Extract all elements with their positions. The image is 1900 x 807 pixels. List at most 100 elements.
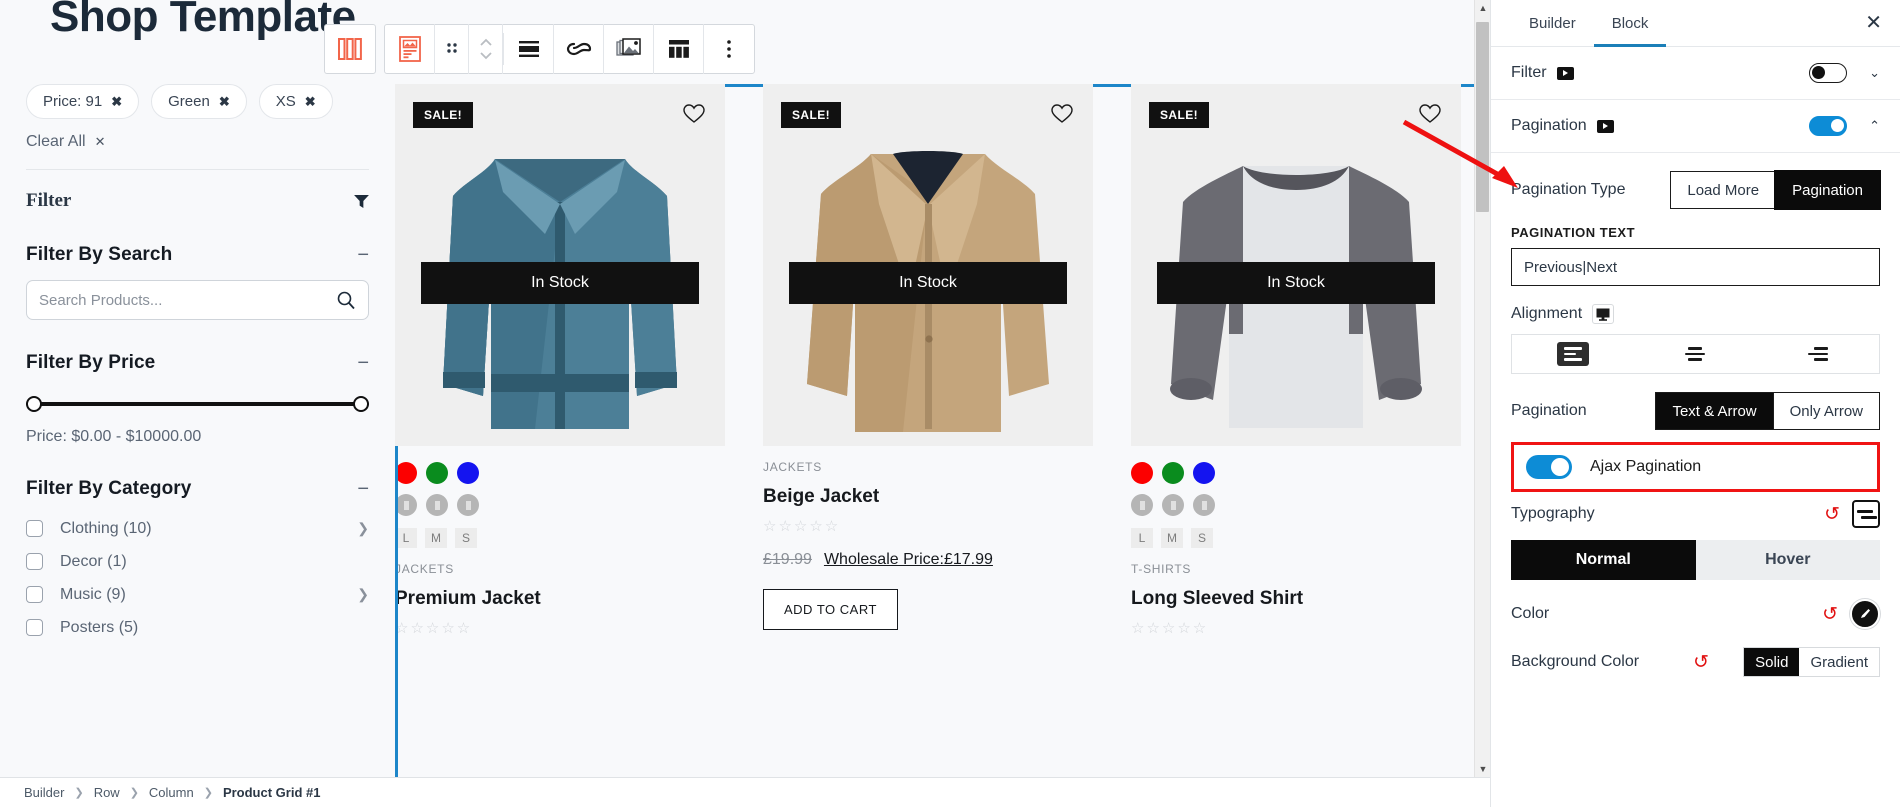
collapse-icon[interactable]: − xyxy=(357,245,369,265)
product-card[interactable]: SALE! In Stock L xyxy=(395,84,725,777)
breadcrumb-item-product-grid[interactable]: Product Grid #1 xyxy=(223,785,321,800)
tab-block[interactable]: Block xyxy=(1593,0,1667,47)
search-input[interactable]: Search Products... xyxy=(26,280,369,321)
color-swatch[interactable] xyxy=(457,462,479,484)
pagination-type-segmented[interactable]: Load More Pagination xyxy=(1670,170,1881,210)
product-card[interactable]: SALE! In Stock L xyxy=(1131,84,1461,777)
image-swatch[interactable] xyxy=(426,494,448,516)
option-solid[interactable]: Solid xyxy=(1744,648,1800,676)
list-item[interactable]: Music (9) ❯ xyxy=(26,578,369,611)
close-icon[interactable]: ✖ xyxy=(305,94,316,110)
size-options[interactable]: L M S xyxy=(1131,528,1461,548)
tab-hover[interactable]: Hover xyxy=(1695,540,1880,580)
option-pagination[interactable]: Pagination xyxy=(1774,170,1881,210)
slider-handle-min[interactable] xyxy=(26,396,42,413)
clear-all-button[interactable]: Clear All ✕ xyxy=(26,133,105,151)
breadcrumb-item-row[interactable]: Row xyxy=(94,785,120,800)
category-checkbox[interactable] xyxy=(26,586,43,604)
panel-row-filter[interactable]: Filter ⌄ xyxy=(1491,47,1900,100)
wishlist-heart-icon[interactable] xyxy=(1419,104,1441,124)
color-swatch[interactable] xyxy=(395,462,417,484)
video-help-icon[interactable] xyxy=(1556,66,1574,80)
panel-row-pagination[interactable]: Pagination ⌃ xyxy=(1491,100,1900,153)
filter-chip[interactable]: Price: 91 ✖ xyxy=(26,84,140,120)
size-option[interactable]: L xyxy=(1131,528,1153,548)
list-item[interactable]: Clothing (10) ❯ xyxy=(26,512,369,545)
pagination-text-input[interactable]: Previous|Next xyxy=(1511,248,1880,286)
color-swatch[interactable] xyxy=(1162,462,1184,484)
reset-icon[interactable]: ↺ xyxy=(1824,503,1840,526)
wishlist-heart-icon[interactable] xyxy=(1051,104,1073,124)
scroll-down-icon[interactable]: ▼ xyxy=(1475,761,1490,777)
category-checkbox[interactable] xyxy=(26,619,43,637)
scroll-up-icon[interactable]: ▲ xyxy=(1475,0,1490,16)
product-name[interactable]: Premium Jacket xyxy=(395,588,725,610)
chevron-right-icon[interactable]: ❯ xyxy=(357,586,369,603)
columns-icon[interactable] xyxy=(325,24,375,74)
chevron-down-icon[interactable]: ⌄ xyxy=(1869,65,1880,81)
normal-hover-tabs[interactable]: Normal Hover xyxy=(1511,540,1880,580)
link-icon[interactable] xyxy=(554,24,604,74)
move-updown-icon[interactable] xyxy=(469,24,503,74)
size-option[interactable]: S xyxy=(1191,528,1213,548)
gallery-icon[interactable] xyxy=(604,24,654,74)
color-swatches[interactable] xyxy=(395,462,725,484)
align-left-icon[interactable] xyxy=(1512,335,1634,373)
align-right-icon[interactable] xyxy=(1757,335,1879,373)
search-icon[interactable] xyxy=(336,290,356,310)
color-swatches[interactable] xyxy=(1131,462,1461,484)
color-swatch[interactable] xyxy=(426,462,448,484)
background-type-segmented[interactable]: Solid Gradient xyxy=(1743,647,1880,677)
collapse-icon[interactable]: − xyxy=(357,353,369,373)
close-icon[interactable]: ✖ xyxy=(219,94,230,110)
filter-chip[interactable]: XS ✖ xyxy=(258,84,333,120)
alignment-options[interactable] xyxy=(1511,334,1880,374)
size-options[interactable]: L M S xyxy=(395,528,725,548)
pagination-toggle[interactable] xyxy=(1809,116,1848,136)
filter-chip[interactable]: Green ✖ xyxy=(151,84,247,120)
ajax-pagination-toggle[interactable] xyxy=(1526,455,1572,479)
image-swatch[interactable] xyxy=(1162,494,1184,516)
option-gradient[interactable]: Gradient xyxy=(1799,648,1879,676)
tab-builder[interactable]: Builder xyxy=(1511,0,1594,46)
pagination-style-segmented[interactable]: Text & Arrow Only Arrow xyxy=(1655,392,1880,430)
funnel-icon[interactable] xyxy=(354,194,369,208)
image-swatches[interactable] xyxy=(1131,494,1461,516)
block-toolbar[interactable] xyxy=(324,24,755,74)
image-swatch[interactable] xyxy=(1193,494,1215,516)
price-range-slider[interactable] xyxy=(26,396,369,413)
tab-normal[interactable]: Normal xyxy=(1511,540,1696,580)
size-option[interactable]: S xyxy=(455,528,477,548)
category-checkbox[interactable] xyxy=(26,553,43,571)
more-options-icon[interactable] xyxy=(704,24,754,74)
breadcrumb-item-builder[interactable]: Builder xyxy=(24,785,64,800)
wishlist-heart-icon[interactable] xyxy=(683,104,705,124)
product-card[interactable]: SALE! In Stock JACKETS Beige Jacket ☆☆☆☆… xyxy=(763,84,1093,777)
reset-icon[interactable]: ↺ xyxy=(1822,603,1838,626)
color-swatch[interactable] xyxy=(1131,462,1153,484)
option-only-arrow[interactable]: Only Arrow xyxy=(1774,393,1879,429)
layout-icon[interactable] xyxy=(654,24,704,74)
video-help-icon[interactable] xyxy=(1596,119,1614,133)
color-picker-icon[interactable] xyxy=(1850,599,1880,629)
canvas-scrollbar[interactable]: ▲ ▼ xyxy=(1474,0,1490,777)
size-option[interactable]: M xyxy=(1161,528,1183,548)
option-load-more[interactable]: Load More xyxy=(1671,172,1777,208)
image-swatch[interactable] xyxy=(457,494,479,516)
product-block-icon[interactable] xyxy=(385,24,435,74)
breadcrumb-item-column[interactable]: Column xyxy=(149,785,194,800)
align-center-icon[interactable] xyxy=(1634,335,1756,373)
drag-handle-icon[interactable] xyxy=(435,24,469,74)
close-icon[interactable]: ✕ xyxy=(1865,13,1882,33)
ajax-pagination-row[interactable]: Ajax Pagination xyxy=(1511,442,1880,492)
typography-settings-icon[interactable] xyxy=(1852,500,1880,528)
image-swatch[interactable] xyxy=(1131,494,1153,516)
collapse-icon[interactable]: − xyxy=(357,479,369,499)
add-to-cart-button[interactable]: ADD TO CART xyxy=(763,589,898,630)
scrollbar-thumb[interactable] xyxy=(1476,22,1489,212)
chevron-right-icon[interactable]: ❯ xyxy=(357,520,369,537)
product-name[interactable]: Long Sleeved Shirt xyxy=(1131,588,1461,610)
list-item[interactable]: Decor (1) xyxy=(26,545,369,578)
option-text-and-arrow[interactable]: Text & Arrow xyxy=(1656,393,1774,429)
image-swatches[interactable] xyxy=(395,494,725,516)
